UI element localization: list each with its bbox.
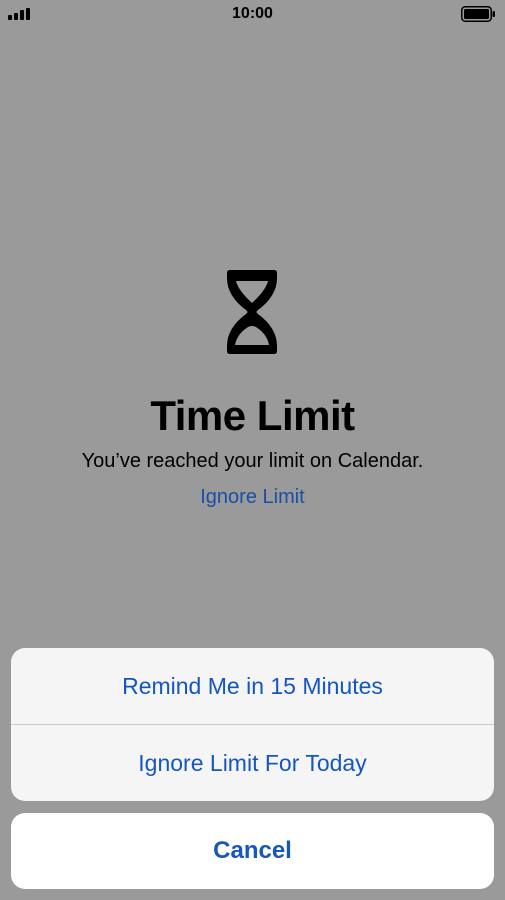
ignore-limit-link[interactable]: Ignore Limit xyxy=(0,486,505,509)
hourglass-icon xyxy=(227,270,277,354)
status-bar: 10:00 xyxy=(0,0,505,28)
cancel-button[interactable]: Cancel xyxy=(11,813,494,889)
limit-message: You’ve reached your limit on Calendar. xyxy=(81,450,424,472)
action-sheet: Remind Me in 15 Minutes Ignore Limit For… xyxy=(11,648,494,801)
ignore-today-button[interactable]: Ignore Limit For Today xyxy=(11,725,494,801)
status-time: 10:00 xyxy=(232,5,273,22)
battery-icon xyxy=(461,6,495,22)
page-title: Time Limit xyxy=(150,392,355,439)
remind-me-button[interactable]: Remind Me in 15 Minutes xyxy=(11,648,494,724)
